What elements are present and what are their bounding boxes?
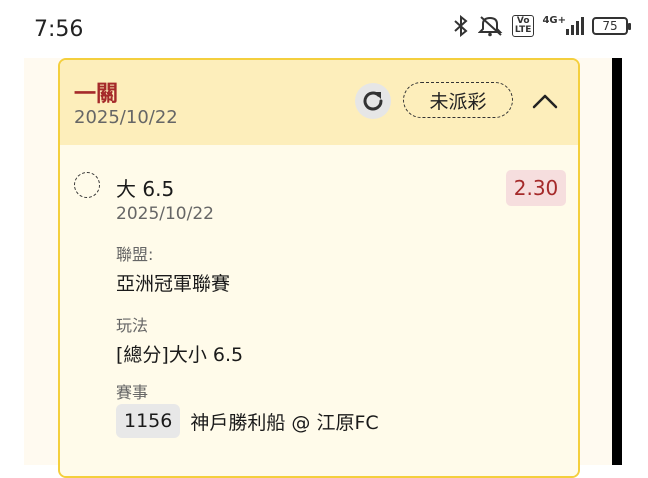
volte-icon: Vo LTE <box>511 15 535 37</box>
bet-card: 一關 2025/10/22 未派彩 大 6.5 2025/10/22 2.30 … <box>58 58 580 478</box>
bet-type-title: 一關 <box>74 82 119 107</box>
network-type: 4G+ <box>542 14 566 26</box>
collapse-button[interactable] <box>530 86 560 116</box>
selection-label: 大 6.5 <box>116 177 175 201</box>
status-icons: Vo LTE 4G+ 75 <box>452 14 631 37</box>
battery-level: 75 <box>602 19 618 33</box>
market-label: 玩法 <box>116 316 149 335</box>
payout-status-badge: 未派彩 <box>403 82 513 118</box>
league-label: 聯盟: <box>116 245 154 264</box>
status-bar: 7:56 Vo LTE 4G+ 75 <box>0 0 648 58</box>
market-value: [總分]大小 6.5 <box>116 344 244 366</box>
signal-icon: 4G+ <box>542 14 584 35</box>
bet-details: 大 6.5 2025/10/22 2.30 聯盟: 亞洲冠軍聯賽 玩法 [總分]… <box>60 145 578 476</box>
event-name: 神戶勝利船 @ 江原FC <box>190 411 379 434</box>
bluetooth-icon <box>452 15 470 37</box>
scroll-edge <box>612 58 622 465</box>
right-gutter <box>622 58 648 465</box>
event-id-badge: 1156 <box>116 404 181 438</box>
league-value: 亞洲冠軍聯賽 <box>116 273 231 295</box>
event-label: 賽事 <box>116 383 149 402</box>
odds-badge: 2.30 <box>506 170 566 206</box>
bet-date: 2025/10/22 <box>74 107 178 128</box>
selection-date: 2025/10/22 <box>116 204 214 224</box>
battery-icon: 75 <box>592 17 631 35</box>
refresh-icon <box>363 91 383 111</box>
chevron-up-icon <box>532 94 558 109</box>
mute-icon <box>477 15 504 37</box>
left-gutter <box>0 58 24 465</box>
radio-unchecked-icon[interactable] <box>74 172 100 198</box>
bet-card-header[interactable]: 一關 2025/10/22 未派彩 <box>60 60 578 145</box>
refresh-button[interactable] <box>355 83 391 119</box>
status-time: 7:56 <box>34 17 84 42</box>
event-row: 1156 神戶勝利船 @ 江原FC <box>116 404 379 438</box>
